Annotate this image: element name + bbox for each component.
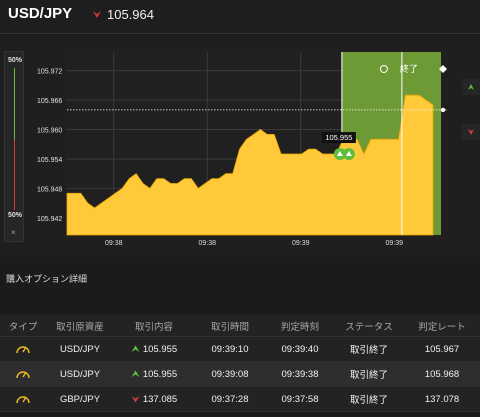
content-cell: 105.955: [114, 369, 194, 380]
type-cell: [0, 343, 46, 355]
entry-rate: 105.955: [142, 343, 178, 355]
trade-time-cell: 09:39:10: [211, 343, 249, 355]
ratio-down-bar: [14, 140, 15, 210]
table-row[interactable]: GBP/JPY 137.085 09:37:28 09:37:58 取引終了 137.07…: [0, 387, 480, 412]
header-judge-rate: 判定レート: [418, 321, 466, 333]
y-tick-label: 105.942: [37, 216, 62, 223]
arrow-down-icon: [131, 395, 140, 403]
zone-end-label: 終了: [400, 63, 418, 75]
judge-rate-cell: 137.078: [424, 393, 460, 405]
judge-time-cell: 09:37:58: [281, 393, 319, 405]
status-cell: 取引終了: [349, 395, 388, 406]
gauge-icon: [16, 396, 30, 404]
current-price-dot: [440, 107, 446, 113]
y-tick-label: 105.954: [37, 157, 62, 164]
y-tick-label: 105.966: [37, 98, 62, 105]
header-type: タイプ: [8, 321, 38, 333]
trade-time-cell: 09:39:08: [211, 368, 249, 380]
header-asset: 取引原資産: [56, 321, 104, 333]
ratio-top-label: 50%: [8, 57, 23, 64]
x-tick-label: 09:38: [198, 240, 216, 247]
judge-rate-cell: 105.967: [424, 343, 460, 355]
price-chart[interactable]: 105.955 終了 105.972 105.966 105.960 105.954 10…: [34, 35, 480, 257]
entry-label: 105.955: [325, 133, 352, 142]
arrow-down-icon: [93, 11, 101, 18]
x-tick-label: 09:39: [292, 240, 310, 247]
ratio-bottom-label: 50%: [8, 212, 23, 219]
table-header: タイプ 取引原資産 取引内容 取引時間 判定時刻 ステータス 判定レート: [0, 315, 480, 337]
trade-time-cell: 09:37:28: [211, 393, 249, 405]
x-tick-label: 09:39: [385, 240, 403, 247]
header-trade-time: 取引時間: [210, 321, 249, 333]
y-tick-label: 105.972: [37, 69, 62, 76]
options-table: タイプ 取引原資産 取引内容 取引時間 判定時刻 ステータス 判定レート USD…: [0, 315, 480, 412]
ratio-up-bar: [14, 68, 15, 140]
entry-rate: 105.955: [142, 368, 178, 380]
arrow-down-icon: [468, 129, 474, 135]
gauge-icon: [16, 346, 30, 354]
content-cell: 137.085: [114, 394, 194, 405]
header-status: ステータス: [345, 321, 393, 333]
arrow-up-icon: [131, 370, 140, 377]
gauge-icon: [16, 371, 30, 379]
type-cell: [0, 393, 46, 405]
y-tick-label: 105.948: [37, 186, 62, 193]
close-icon[interactable]: ×: [11, 228, 16, 237]
buy-sell-ratio: 50% 50% ×: [4, 51, 24, 242]
asset-cell: USD/JPY: [59, 368, 101, 380]
arrow-up-icon: [468, 84, 474, 90]
arrow-up-icon: [131, 345, 140, 352]
status-cell: 取引終了: [349, 370, 388, 381]
current-price: 105.964: [107, 7, 154, 22]
header-bar: USD/JPY 105.964: [0, 0, 480, 34]
table-row[interactable]: USD/JPY 105.955 09:39:08 09:39:38 取引終了 105.96…: [0, 362, 480, 387]
status-cell: 取引終了: [349, 345, 388, 356]
content-cell: 105.955: [114, 344, 194, 355]
side-sell-button[interactable]: [462, 124, 480, 140]
pair-title: USD/JPY: [8, 5, 73, 22]
table-row[interactable]: USD/JPY 105.955 09:39:10 09:39:40 取引終了 105.96…: [0, 337, 480, 362]
type-cell: [0, 368, 46, 380]
y-tick-label: 105.960: [37, 128, 62, 135]
asset-cell: GBP/JPY: [59, 393, 101, 405]
asset-cell: USD/JPY: [59, 343, 101, 355]
side-buy-button[interactable]: [462, 79, 480, 95]
x-tick-label: 09:38: [105, 240, 123, 247]
entry-rate: 137.085: [142, 393, 178, 405]
judge-time-cell: 09:39:40: [281, 343, 319, 355]
header-judge-time: 判定時刻: [280, 321, 319, 333]
header-content: 取引内容: [134, 321, 173, 333]
section-title: 購入オプション詳細: [6, 274, 88, 284]
judge-time-cell: 09:39:38: [281, 368, 319, 380]
judge-rate-cell: 105.968: [424, 368, 460, 380]
chart-panel: 50% 50% × 105.955 終了 105.972 105.966 105.96…: [0, 35, 480, 257]
